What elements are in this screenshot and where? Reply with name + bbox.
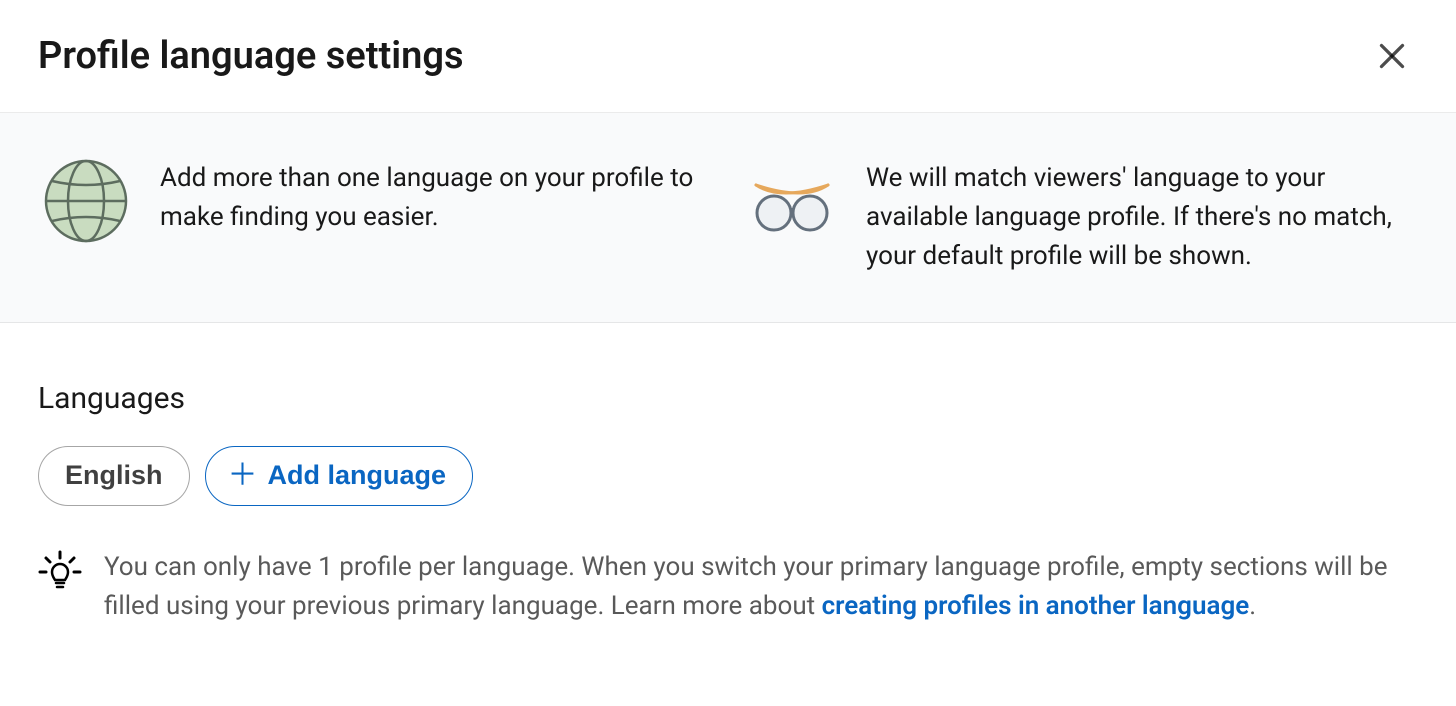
info-text-glasses: We will match viewers' language to your … — [866, 159, 1406, 276]
close-icon — [1374, 38, 1410, 74]
close-button[interactable] — [1366, 30, 1418, 82]
info-item-glasses: We will match viewers' language to your … — [750, 159, 1406, 276]
add-language-label: Add language — [268, 457, 447, 495]
languages-heading: Languages — [38, 381, 1418, 416]
info-item-globe: Add more than one language on your profi… — [44, 159, 700, 276]
tip-text: You can only have 1 profile per language… — [104, 548, 1418, 626]
modal-header: Profile language settings — [0, 0, 1456, 113]
modal-title: Profile language settings — [38, 34, 464, 78]
info-text-globe: Add more than one language on your profi… — [160, 159, 700, 237]
language-pill-english[interactable]: English — [38, 446, 190, 506]
language-pills-row: English ＋ Add language — [38, 446, 1418, 506]
tip-link[interactable]: creating profiles in another language — [822, 591, 1250, 621]
add-language-button[interactable]: ＋ Add language — [205, 446, 474, 506]
plus-icon: ＋ — [228, 461, 258, 491]
language-pill-label: English — [65, 457, 163, 495]
globe-icon — [44, 159, 128, 243]
glasses-icon — [750, 159, 834, 243]
info-banner: Add more than one language on your profi… — [0, 113, 1456, 323]
lightbulb-icon — [38, 550, 82, 594]
tip-row: You can only have 1 profile per language… — [38, 548, 1418, 626]
tip-text-after: . — [1249, 591, 1256, 621]
content-area: Languages English ＋ Add language You can… — [0, 323, 1456, 656]
